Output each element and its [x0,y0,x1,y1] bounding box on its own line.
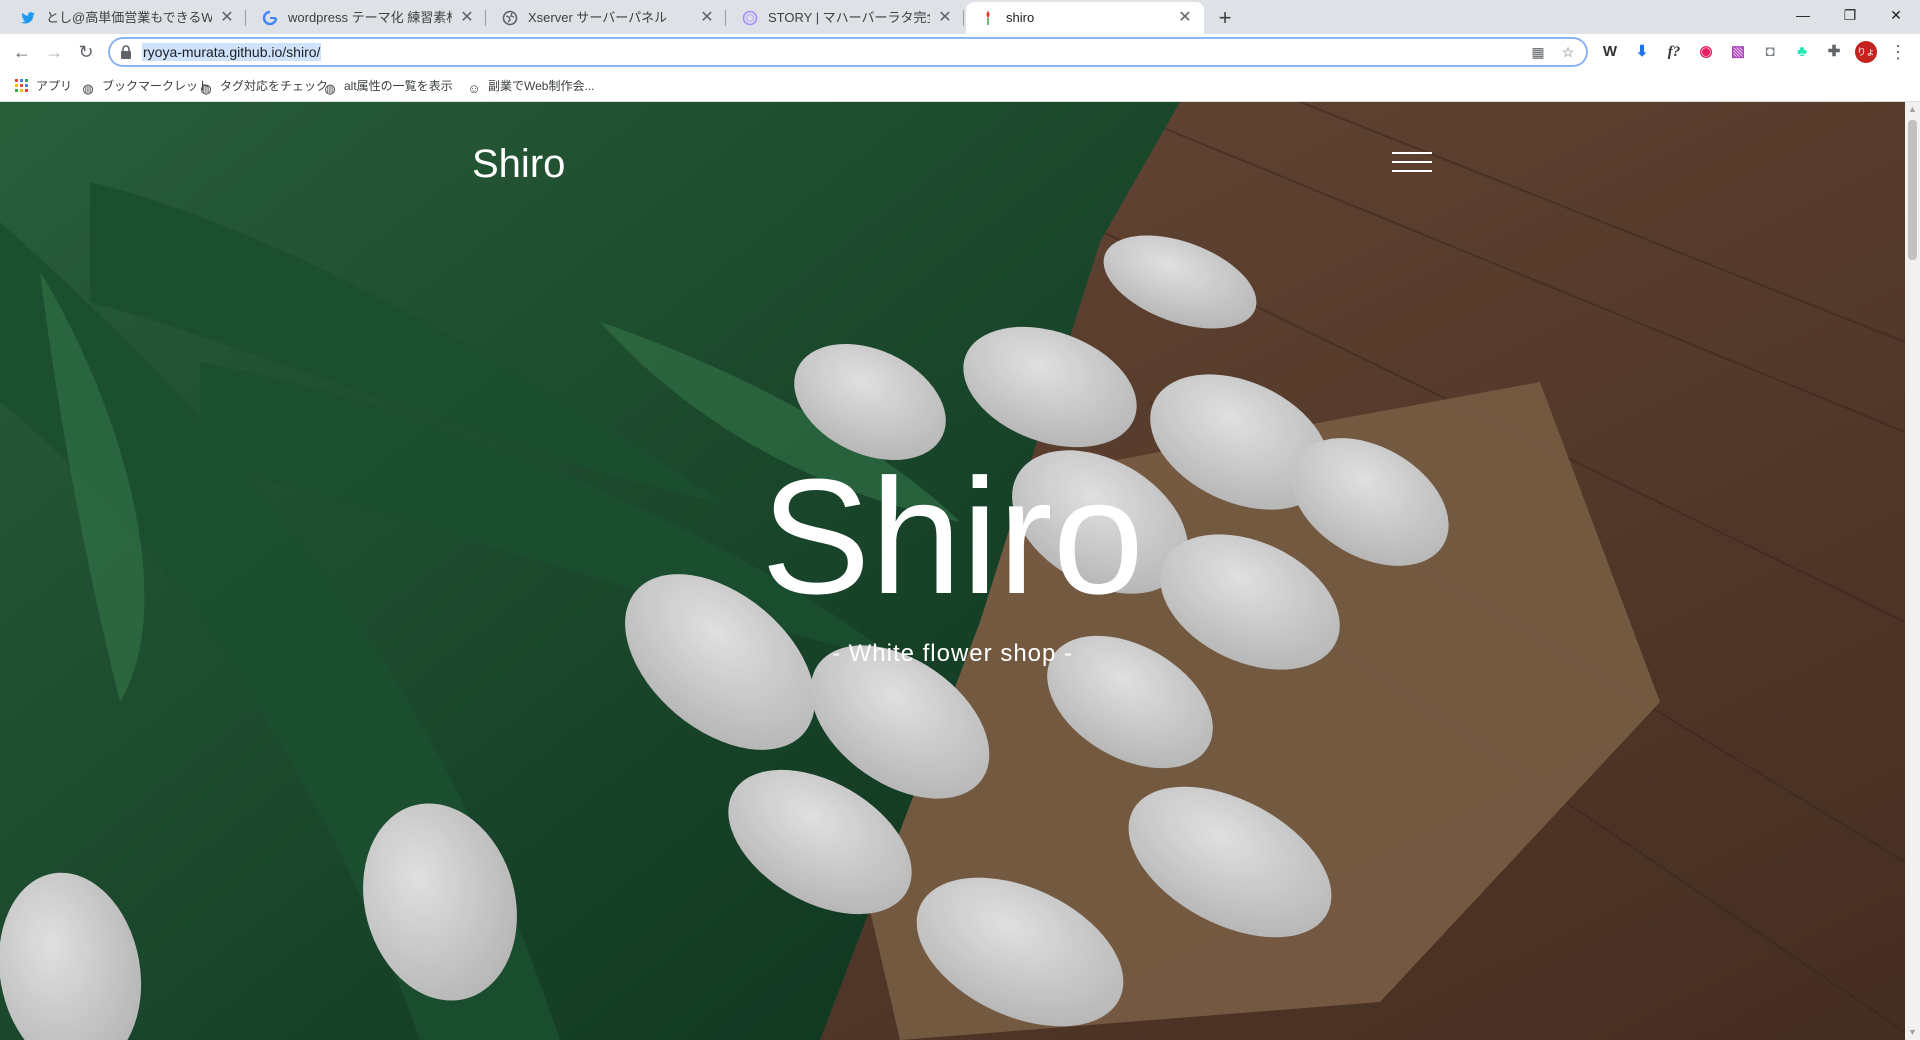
bookmark-tag-check[interactable]: ◍ タグ対応をチェック [198,76,328,96]
bookmark-label: タグ対応をチェック [220,79,329,93]
close-tab-icon[interactable]: ✕ [458,9,476,27]
tab-title: Xserver サーバーパネル [528,10,668,25]
w-extension-icon[interactable]: W [1600,42,1620,62]
page-scrollbar[interactable]: ▲ ▼ [1905,102,1920,1040]
tab-title: wordpress テーマ化 練習素材 - Go [288,10,452,25]
qr-code-icon[interactable]: ▦ [1528,42,1548,62]
apps-grid-icon [14,79,30,95]
tab-title: shiro [1006,10,1035,25]
camera-extension-icon[interactable]: ◘ [1760,42,1780,62]
tab-strip: とし@高単価営業もできるWebエン ✕ wordpress テーマ化 練習素材 … [0,0,1920,34]
menu-kebab-icon[interactable]: ⋮ [1884,38,1912,66]
tab-twitter[interactable]: とし@高単価営業もできるWebエン ✕ [6,2,246,34]
bookmark-label: アプリ [36,79,73,93]
bookmark-star-icon[interactable]: ☆ [1558,42,1578,62]
minimize-icon[interactable]: — [1780,0,1826,30]
lock-icon [120,45,132,59]
download-extension-icon[interactable]: ⬇ [1632,42,1652,62]
globe-icon [502,10,518,26]
site-logo[interactable]: Shiro [472,142,565,187]
person-icon: ☺ [467,81,481,96]
close-tab-icon[interactable]: ✕ [698,9,716,27]
scroll-up-icon[interactable]: ▲ [1905,102,1920,117]
hamburger-menu-icon[interactable] [1392,150,1432,174]
browser-toolbar: ← → ↻ ryoya-murata.github.io/shiro/ ▦ ☆ … [0,34,1920,70]
forward-arrow-icon[interactable]: → [40,38,68,66]
bookmark-label: ブックマークレット [102,79,211,93]
scroll-down-icon[interactable]: ▼ [1905,1025,1920,1040]
twitter-bird-icon [20,10,36,26]
page-viewport: Shiro Shiro - White flower shop - [0,102,1905,1040]
tab-shiro[interactable]: shiro ✕ [966,2,1204,34]
close-tab-icon[interactable]: ✕ [218,9,236,27]
window-close-icon[interactable]: ✕ [1873,0,1919,30]
tab-title: とし@高単価営業もできるWebエン [46,10,212,25]
back-arrow-icon[interactable]: ← [8,38,36,66]
scrollbar-thumb[interactable] [1908,120,1917,260]
flower-icon [980,10,996,26]
spiral-icon [742,10,758,26]
tab-title: STORY | マハーバーラタ完全版 [768,10,930,25]
bookmark-alt-list[interactable]: ◍ alt属性の一覧を表示 [322,76,453,96]
tab-xserver[interactable]: Xserver サーバーパネル ✕ [488,2,726,34]
new-tab-button[interactable]: + [1212,6,1238,32]
address-bar[interactable]: ryoya-murata.github.io/shiro/ ▦ ☆ [108,37,1588,67]
tree-extension-icon[interactable]: ♣ [1792,42,1812,62]
tab-google[interactable]: wordpress テーマ化 練習素材 - Go ✕ [248,2,486,34]
bookmark-label: alt属性の一覧を表示 [344,79,453,93]
bookmark-bookmarklet[interactable]: ◍ ブックマークレット [80,76,210,96]
bookmark-label: 副業でWeb制作会... [488,79,595,93]
url-text[interactable]: ryoya-murata.github.io/shiro/ [142,43,322,61]
bookmark-side-job[interactable]: ☺ 副業でWeb制作会... [466,76,594,96]
globe-icon: ◍ [200,81,212,96]
hero-subtitle: - White flower shop - [831,640,1074,667]
reload-icon[interactable]: ↻ [72,38,100,66]
tab-story[interactable]: STORY | マハーバーラタ完全版 ✕ [728,2,964,34]
profile-avatar[interactable]: りょ [1855,41,1877,63]
whatfont-extension-icon[interactable]: f? [1664,42,1684,62]
bookmarks-bar: アプリ ◍ ブックマークレット ◍ タグ対応をチェック ◍ alt属性の一覧を表示 ☺… [0,70,1920,102]
close-tab-icon[interactable]: ✕ [1176,9,1194,27]
globe-icon: ◍ [82,81,94,96]
puzzle-extensions-icon[interactable]: ✚ [1824,42,1844,62]
close-tab-icon[interactable]: ✕ [936,9,954,27]
color-wheel-extension-icon[interactable]: ◉ [1696,42,1716,62]
globe-icon: ◍ [324,81,336,96]
gradient-extension-icon[interactable]: ▧ [1728,42,1748,62]
google-g-icon [262,10,278,26]
hero-title: Shiro [761,445,1144,628]
restore-icon[interactable]: ❐ [1827,0,1873,30]
bookmark-apps[interactable]: アプリ [14,76,72,96]
